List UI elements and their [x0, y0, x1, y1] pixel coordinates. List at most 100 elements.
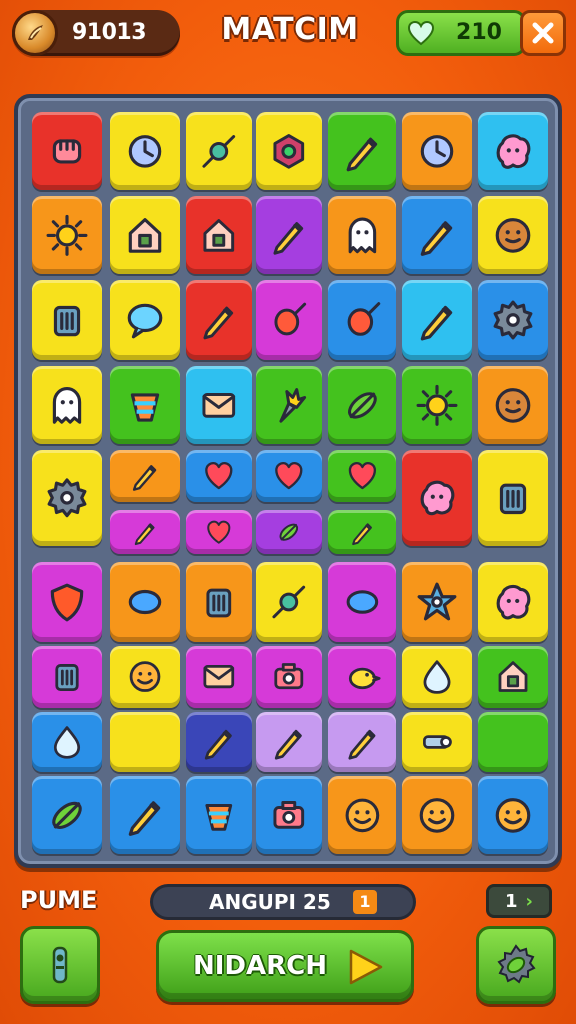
board-tile[interactable] [110, 776, 180, 854]
board-tile[interactable] [186, 510, 252, 554]
chevron-right-icon: › [525, 890, 533, 912]
pickle-icon [347, 391, 377, 419]
board-tile[interactable] [256, 646, 322, 708]
coin-counter: 91013 [12, 10, 180, 56]
board-tile[interactable] [110, 450, 180, 502]
board-tile[interactable] [32, 450, 102, 546]
board-tile[interactable] [402, 450, 472, 546]
sun-icon [46, 214, 88, 256]
paintbrush-icon [346, 137, 377, 171]
wand-icon [351, 523, 372, 545]
board-tile[interactable] [186, 366, 252, 444]
key-icon [423, 735, 452, 749]
board-tile[interactable] [402, 712, 472, 772]
flashlight-icon [52, 946, 68, 984]
board-tile[interactable] [402, 366, 472, 444]
board-tile[interactable] [328, 510, 396, 554]
board-tile[interactable] [186, 112, 252, 190]
speaker-icon [499, 483, 527, 515]
potion-icon [274, 302, 307, 336]
board-tile[interactable] [256, 562, 322, 642]
octopus-icon [496, 133, 531, 169]
board-tile[interactable] [328, 712, 396, 772]
board-tile[interactable] [402, 196, 472, 274]
close-icon [532, 22, 554, 44]
board-tile[interactable] [110, 712, 180, 772]
board-tile[interactable] [186, 646, 252, 708]
board-tile[interactable] [32, 112, 102, 190]
board-tile[interactable] [328, 562, 396, 642]
board-tile[interactable] [478, 196, 548, 274]
blob-icon [420, 480, 455, 516]
board-tile[interactable] [256, 776, 322, 854]
board-tile[interactable] [478, 562, 548, 642]
game-title: MATCIM [221, 12, 359, 47]
gear-icon [47, 478, 87, 518]
board-tile[interactable] [256, 510, 322, 554]
board-tile[interactable] [186, 712, 252, 772]
tool-button[interactable] [20, 926, 100, 1004]
board-tile[interactable] [256, 280, 322, 360]
board-tile[interactable] [478, 280, 548, 360]
board-tile[interactable] [32, 366, 102, 444]
ghost-icon [348, 217, 376, 253]
board-tile[interactable] [328, 112, 396, 190]
board-tile[interactable] [32, 196, 102, 274]
board-tile[interactable] [478, 776, 548, 854]
board-tile[interactable] [328, 366, 396, 444]
board-tile[interactable] [328, 450, 396, 502]
board-tile[interactable] [32, 712, 102, 772]
board-tile[interactable] [478, 646, 548, 708]
board-tile[interactable] [256, 112, 322, 190]
board-tile[interactable] [186, 776, 252, 854]
close-button[interactable] [520, 10, 566, 56]
board-tile[interactable] [110, 562, 180, 642]
lives-value: 210 [456, 20, 502, 45]
fist-icon [52, 138, 82, 164]
board-tile[interactable] [328, 646, 396, 708]
board-tile[interactable] [478, 712, 548, 772]
board-tile[interactable] [256, 450, 322, 502]
board-tile[interactable] [32, 646, 102, 708]
board-tile[interactable] [328, 280, 396, 360]
board-tile[interactable] [32, 562, 102, 642]
cookie-icon [495, 217, 531, 253]
board-tile[interactable] [110, 646, 180, 708]
board-tile[interactable] [328, 776, 396, 854]
board-tile[interactable] [328, 196, 396, 274]
lantern-icon [498, 661, 528, 693]
spinning-top-icon [130, 392, 160, 422]
board-tile[interactable] [186, 450, 252, 502]
birdhouse-icon [203, 218, 235, 252]
page-indicator-button[interactable]: 1 › [486, 884, 552, 918]
star-eye-icon [417, 582, 457, 621]
board-tile[interactable] [110, 510, 180, 554]
board-tile[interactable] [478, 450, 548, 546]
board-tile[interactable] [402, 646, 472, 708]
board-tile[interactable] [32, 280, 102, 360]
board-tile[interactable] [478, 366, 548, 444]
board-tile[interactable] [478, 112, 548, 190]
board-tile[interactable] [256, 712, 322, 772]
leaf-icon [52, 801, 82, 829]
cookie-icon [495, 387, 531, 423]
board-tile[interactable] [186, 196, 252, 274]
board-tile[interactable] [256, 366, 322, 444]
start-button[interactable]: NIDARCH [156, 930, 414, 1002]
board-tile[interactable] [110, 280, 180, 360]
gem-box-icon [273, 133, 305, 169]
pencil-icon [420, 305, 453, 341]
board-tile[interactable] [110, 112, 180, 190]
board-tile[interactable] [186, 562, 252, 642]
board-tile[interactable] [110, 366, 180, 444]
board-tile[interactable] [186, 280, 252, 360]
smiley-icon [419, 797, 455, 833]
board-tile[interactable] [402, 776, 472, 854]
board-tile[interactable] [110, 196, 180, 274]
board-tile[interactable] [402, 562, 472, 642]
board-tile[interactable] [402, 112, 472, 190]
settings-button[interactable] [476, 926, 556, 1004]
board-tile[interactable] [256, 196, 322, 274]
board-tile[interactable] [402, 280, 472, 360]
board-tile[interactable] [32, 776, 102, 854]
